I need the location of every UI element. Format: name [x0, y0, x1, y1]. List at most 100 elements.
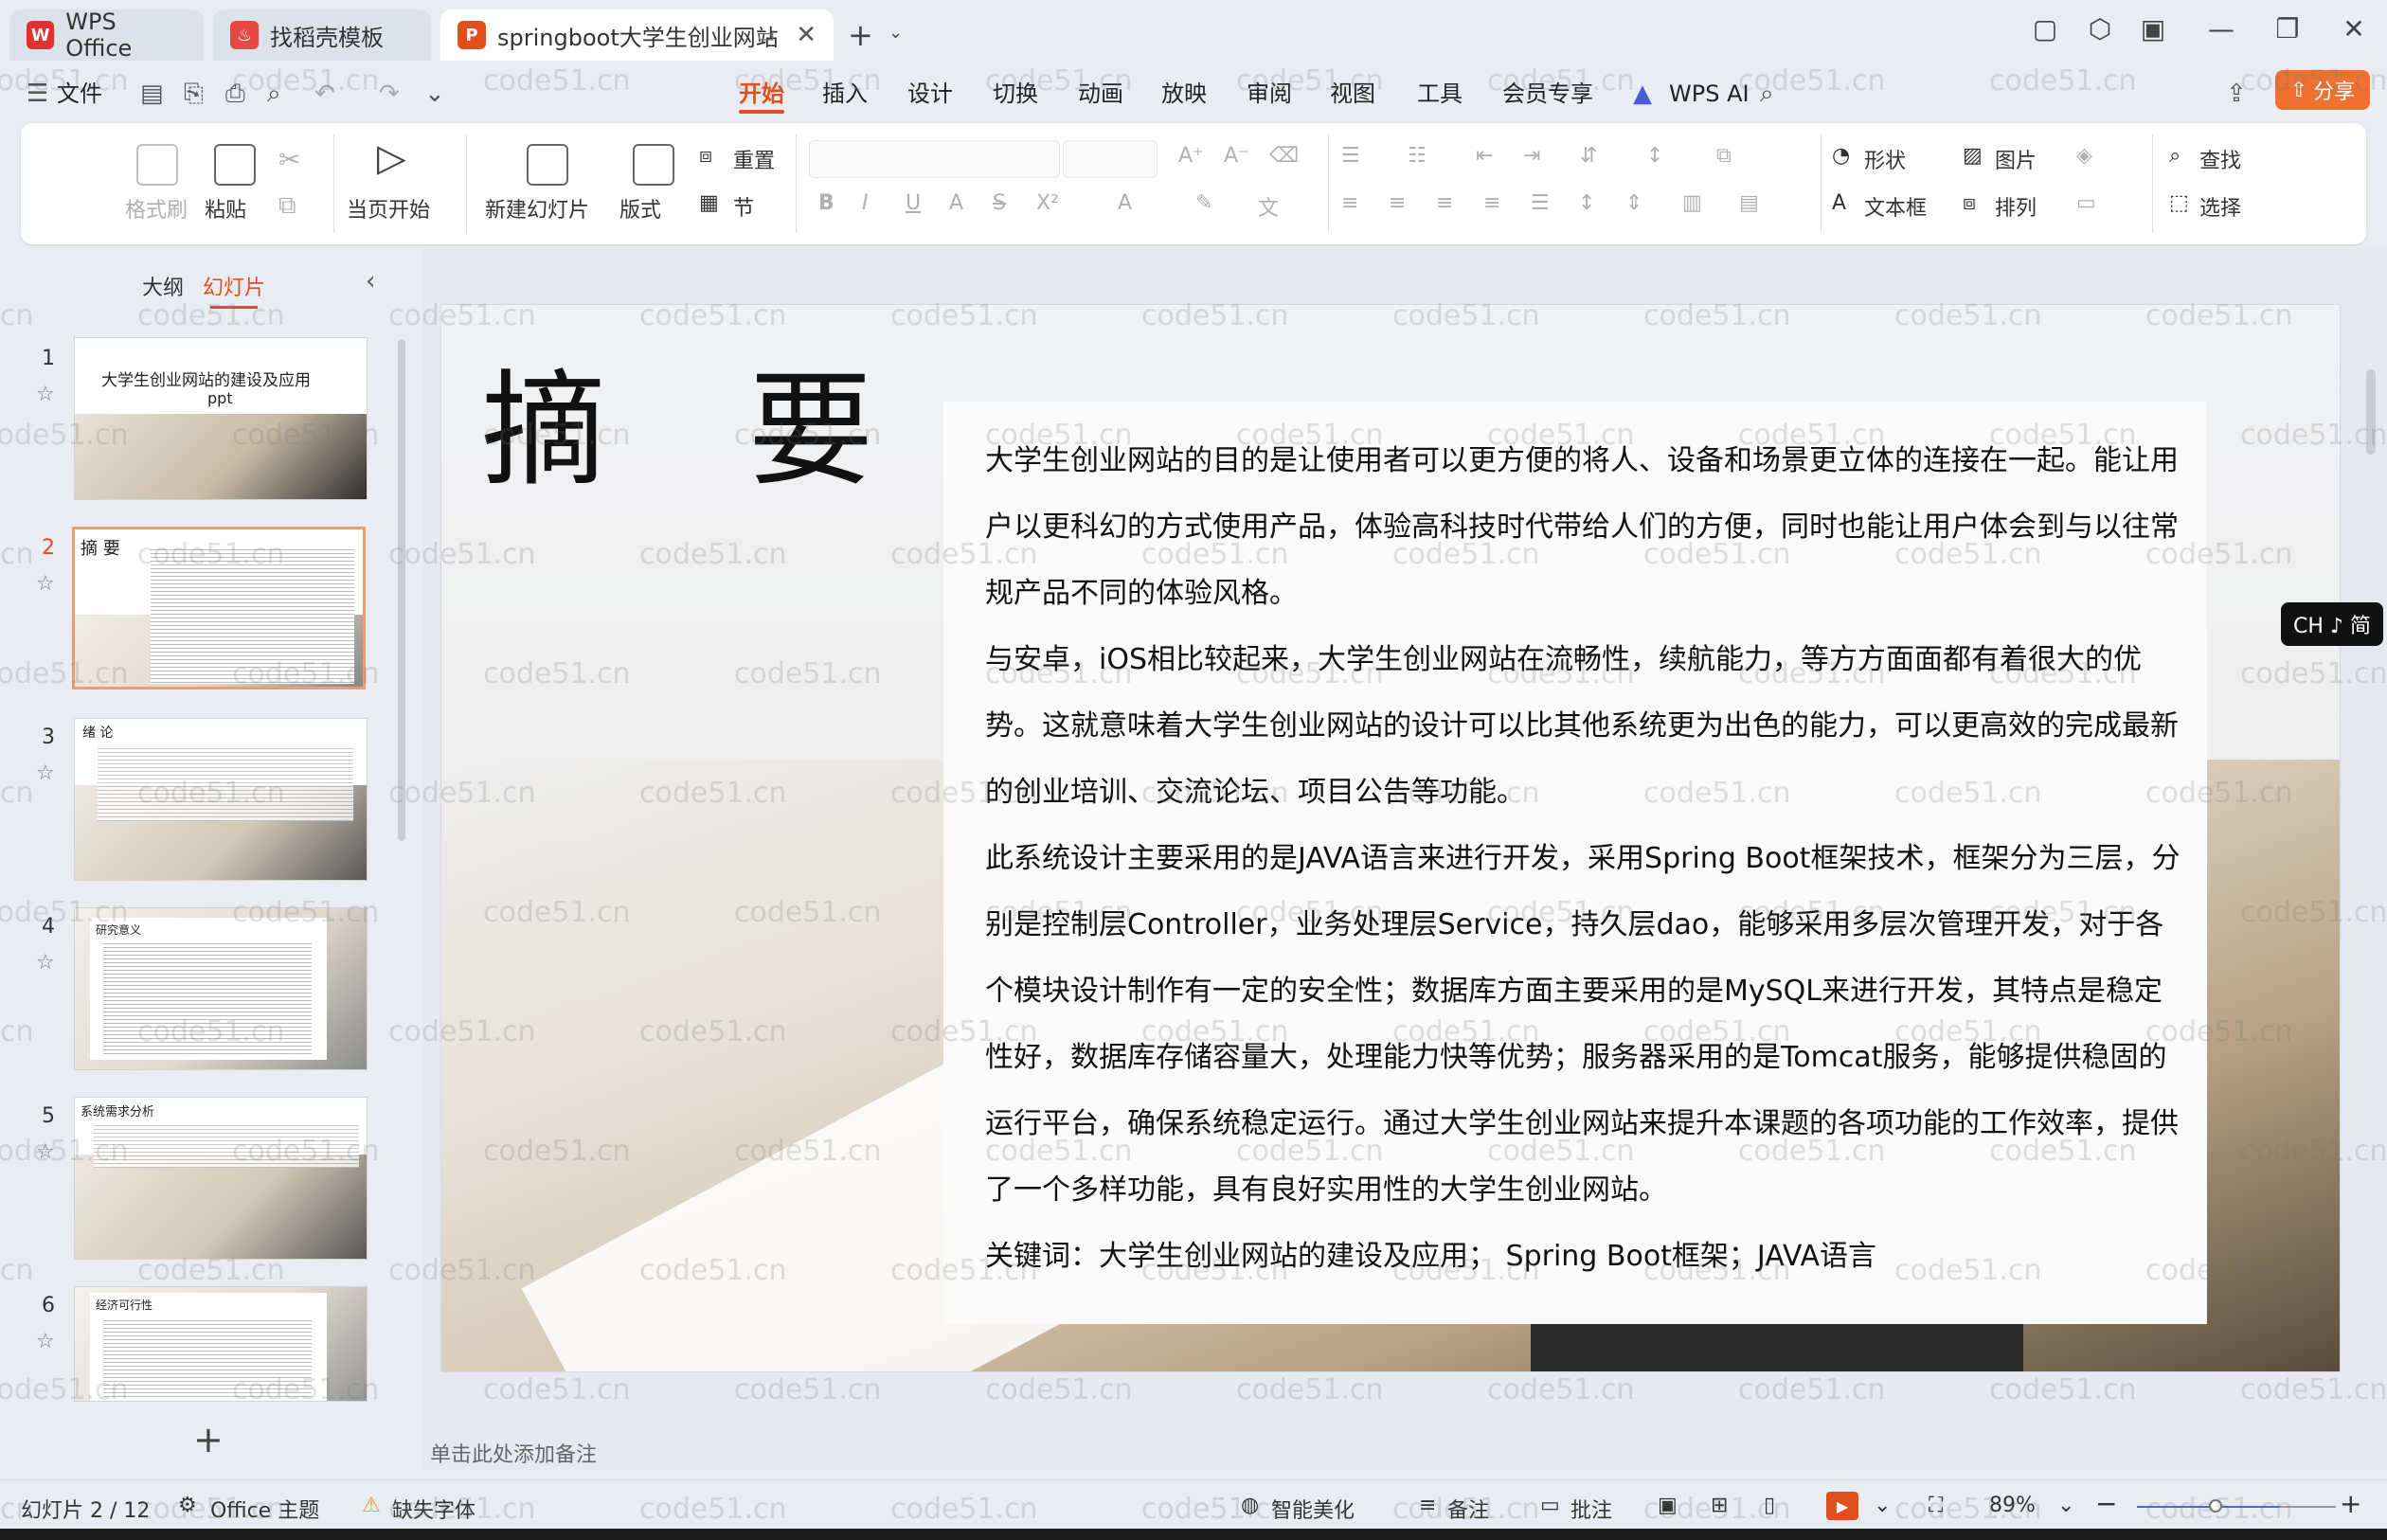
- copy-icon[interactable]: ⧉: [278, 191, 296, 221]
- picture-icon[interactable]: ▨: [1963, 144, 1983, 168]
- close-window-icon[interactable]: ✕: [2330, 13, 2378, 45]
- panel-scrollbar[interactable]: [398, 339, 405, 841]
- highlight-icon[interactable]: ✎: [1195, 191, 1212, 215]
- bold-icon[interactable]: B: [818, 191, 835, 215]
- redo-icon[interactable]: ↷: [379, 80, 400, 108]
- picture-button[interactable]: 图片: [1995, 144, 2037, 174]
- section-button[interactable]: 节: [733, 191, 754, 222]
- format-brush-label[interactable]: 格式刷: [125, 193, 188, 224]
- notes-button[interactable]: 备注: [1447, 1494, 1489, 1524]
- slide-thumbnail-3[interactable]: 绪 论: [74, 718, 368, 881]
- paste-button[interactable]: 粘贴: [205, 193, 246, 224]
- cloud-upload-icon[interactable]: ⇪: [2226, 80, 2247, 108]
- font-color-icon[interactable]: A: [1118, 191, 1132, 215]
- shape-button[interactable]: 形状: [1864, 144, 1906, 174]
- menu-tools[interactable]: 工具: [1417, 76, 1463, 112]
- star-icon[interactable]: ☆: [36, 951, 55, 975]
- zoom-in-icon[interactable]: +: [2340, 1488, 2361, 1519]
- distribute-icon[interactable]: ☰: [1531, 191, 1550, 215]
- reading-view-icon[interactable]: ▯: [1764, 1494, 1775, 1517]
- menu-review[interactable]: 审阅: [1247, 76, 1292, 112]
- superscript-icon[interactable]: X²: [1036, 191, 1059, 215]
- star-icon[interactable]: ☆: [36, 761, 55, 785]
- select-button[interactable]: 选择: [2199, 191, 2241, 222]
- layout-button[interactable]: 版式: [619, 193, 661, 224]
- outline-icon[interactable]: ▭: [2076, 191, 2096, 215]
- menu-slideshow[interactable]: 放映: [1161, 76, 1207, 112]
- chevron-down-icon[interactable]: ⌄: [1874, 1494, 1891, 1517]
- theme-name[interactable]: Office 主题: [210, 1494, 319, 1524]
- align-left-icon[interactable]: ≡: [1341, 191, 1358, 215]
- menu-transition[interactable]: 切换: [993, 76, 1038, 112]
- print-icon[interactable]: ⎙: [225, 80, 245, 109]
- minimize-icon[interactable]: —: [2198, 13, 2245, 45]
- slide-thumbnail-1[interactable]: 大学生创业网站的建设及应用 ppt: [74, 337, 368, 500]
- editor-scrollbar[interactable]: [2366, 369, 2376, 455]
- italic-icon[interactable]: I: [862, 191, 869, 215]
- align-right-icon[interactable]: ≡: [1436, 191, 1453, 215]
- fit-window-icon[interactable]: ⛶: [1929, 1494, 1943, 1517]
- menu-member[interactable]: 会员专享: [1502, 76, 1593, 112]
- chevron-down-icon[interactable]: ⌄: [2057, 1494, 2074, 1517]
- maximize-icon[interactable]: ❐: [2264, 13, 2311, 45]
- normal-view-icon[interactable]: ▣: [1658, 1494, 1678, 1517]
- chevron-down-icon[interactable]: ⌄: [888, 23, 903, 43]
- zoom-level[interactable]: 89%: [1989, 1494, 2036, 1517]
- find-button[interactable]: 查找: [2199, 144, 2241, 174]
- menu-file[interactable]: 文件: [57, 76, 102, 112]
- textbox-icon[interactable]: A: [1832, 191, 1846, 215]
- select-icon[interactable]: ⬚: [2169, 191, 2189, 215]
- avatar[interactable]: ▣: [2129, 13, 2177, 45]
- justify-icon[interactable]: ≡: [1483, 191, 1500, 215]
- fill-icon[interactable]: ◈: [2076, 144, 2092, 168]
- new-slide-button[interactable]: 新建幻灯片: [485, 193, 589, 224]
- reset-button[interactable]: 重置: [733, 144, 775, 174]
- zoom-slider-track[interactable]: [2137, 1506, 2279, 1508]
- star-icon[interactable]: ☆: [36, 1140, 55, 1164]
- tab-wps-office[interactable]: W WPS Office: [9, 9, 204, 62]
- tab-slides[interactable]: 幻灯片: [203, 271, 265, 309]
- cube-icon[interactable]: ⬡: [2076, 13, 2124, 45]
- align-center-icon[interactable]: ≡: [1389, 191, 1406, 215]
- ime-indicator[interactable]: CH ♪ 简: [2281, 602, 2383, 646]
- columns-icon[interactable]: ▥: [1682, 191, 1702, 215]
- strikethrough-icon[interactable]: S: [993, 191, 1006, 215]
- arrange-icon[interactable]: ⧈: [1963, 191, 1976, 215]
- star-icon[interactable]: ☆: [36, 383, 55, 406]
- hamburger-icon[interactable]: ☰: [27, 80, 48, 108]
- layout-icon[interactable]: [633, 144, 674, 186]
- textbox-button[interactable]: 文本框: [1864, 191, 1927, 222]
- window-layout-icon[interactable]: ▢: [2021, 13, 2069, 45]
- new-slide-icon[interactable]: [527, 144, 568, 186]
- undo-icon[interactable]: ↶: [314, 80, 335, 108]
- format-brush-icon[interactable]: [136, 144, 178, 186]
- convert-icon[interactable]: ⧉: [1716, 144, 1732, 168]
- star-icon[interactable]: ☆: [36, 1330, 55, 1353]
- slide-thumbnail-6[interactable]: 经济可行性: [74, 1286, 368, 1402]
- slide-thumbnail-5[interactable]: 系统需求分析: [74, 1097, 368, 1260]
- reset-icon[interactable]: ⧈: [699, 144, 712, 168]
- shadow-icon[interactable]: A: [949, 191, 963, 215]
- arrange-button[interactable]: 排列: [1995, 191, 2037, 222]
- decrease-font-icon[interactable]: A⁻: [1224, 144, 1249, 168]
- shape-icon[interactable]: ◔: [1832, 144, 1850, 168]
- comments-button[interactable]: 批注: [1570, 1494, 1612, 1524]
- chevron-down-icon[interactable]: ⌄: [424, 80, 445, 108]
- grid-view-icon[interactable]: ⊞: [1711, 1494, 1728, 1517]
- paragraph-spacing-icon[interactable]: ⇕: [1625, 191, 1642, 215]
- abstract-textbox[interactable]: 大学生创业网站的目的是让使用者可以更方便的将人、设备和场景更立体的连接在一起。能…: [943, 402, 2207, 1324]
- star-icon[interactable]: ☆: [36, 572, 55, 596]
- menu-wps-ai[interactable]: WPS AI: [1669, 76, 1750, 112]
- slideshow-play-button[interactable]: ▶: [1826, 1492, 1858, 1520]
- slide-thumbnail-4[interactable]: 研究意义: [74, 907, 368, 1070]
- menu-animation[interactable]: 动画: [1078, 76, 1123, 112]
- underline-icon[interactable]: U: [906, 191, 921, 215]
- share-button[interactable]: ⇧ 分享: [2275, 70, 2370, 110]
- find-icon[interactable]: ⌕: [2169, 144, 2181, 168]
- tab-template[interactable]: ♨ 找稻壳模板: [213, 9, 431, 61]
- text-direction-icon[interactable]: ⇵: [1580, 144, 1597, 168]
- increase-indent-icon[interactable]: ⇥: [1523, 144, 1540, 168]
- slide-title[interactable]: 摘要: [481, 330, 1015, 510]
- decrease-indent-icon[interactable]: ⇤: [1476, 144, 1493, 168]
- play-current-button[interactable]: 当页开始: [347, 193, 430, 224]
